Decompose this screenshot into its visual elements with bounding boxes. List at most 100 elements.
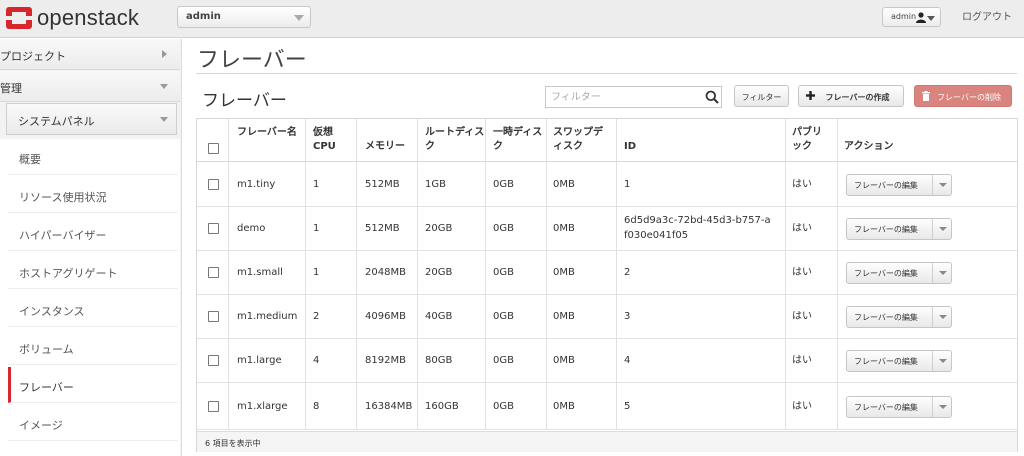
edit-flavor-button[interactable]: フレーバーの編集 bbox=[846, 262, 952, 284]
divider bbox=[932, 307, 933, 327]
chevron-down-icon[interactable] bbox=[939, 359, 947, 363]
column-header-name[interactable]: フレーバー名 bbox=[237, 126, 297, 140]
row-checkbox[interactable] bbox=[208, 223, 219, 234]
cell-swap-disk: 0MB bbox=[553, 179, 575, 190]
delete-flavors-label: フレーバーの削除 bbox=[937, 93, 1001, 102]
logout-link[interactable]: ログアウト bbox=[962, 8, 1012, 23]
divider bbox=[196, 73, 1017, 74]
edit-flavor-button[interactable]: フレーバーの編集 bbox=[846, 306, 952, 328]
cell-vcpu: 4 bbox=[313, 355, 320, 366]
column-header-vcpu[interactable]: 仮想 CPU bbox=[313, 126, 349, 154]
cell-memory: 16384MB bbox=[365, 401, 413, 412]
sidebar-item-host-aggregates[interactable]: ホストアグリゲート bbox=[8, 253, 178, 289]
cell-name: m1.small bbox=[237, 267, 283, 278]
openstack-logo[interactable]: openstack bbox=[4, 5, 139, 31]
cell-name: demo bbox=[237, 223, 266, 234]
sidebar-section-project[interactable]: プロジェクト bbox=[0, 39, 180, 70]
plus-icon bbox=[806, 91, 815, 100]
table-row: m1.large 4 8192MB 80GB 0GB 0MB 4 はい フレーバ… bbox=[197, 339, 1017, 383]
user-menu[interactable]: admin bbox=[882, 7, 941, 27]
chevron-down-icon bbox=[927, 16, 935, 21]
cell-id: 4 bbox=[624, 355, 631, 366]
select-all-checkbox[interactable] bbox=[208, 143, 219, 154]
cell-swap-disk: 0MB bbox=[553, 401, 575, 412]
chevron-down-icon bbox=[294, 15, 304, 21]
divider bbox=[932, 397, 933, 417]
edit-flavor-label: フレーバーの編集 bbox=[854, 357, 918, 366]
column-header-ephemeral-disk[interactable]: 一時ディスク bbox=[493, 126, 543, 154]
sidebar-item-hypervisors[interactable]: ハイパーバイザー bbox=[8, 215, 178, 251]
cell-swap-disk: 0MB bbox=[553, 267, 575, 278]
cell-ephemeral-disk: 0GB bbox=[493, 223, 514, 234]
divider bbox=[932, 263, 933, 283]
sidebar-section-admin[interactable]: 管理 bbox=[0, 71, 180, 102]
row-checkbox[interactable] bbox=[208, 267, 219, 278]
table-title: フレーバー bbox=[202, 91, 287, 111]
chevron-down-icon[interactable] bbox=[939, 183, 947, 187]
sidebar-item-instances[interactable]: インスタンス bbox=[8, 291, 178, 327]
edit-flavor-button[interactable]: フレーバーの編集 bbox=[846, 218, 952, 240]
row-checkbox[interactable] bbox=[208, 311, 219, 322]
chevron-down-icon[interactable] bbox=[939, 271, 947, 275]
edit-flavor-button[interactable]: フレーバーの編集 bbox=[846, 174, 952, 196]
cell-public: はい bbox=[792, 267, 812, 278]
cell-ephemeral-disk: 0GB bbox=[493, 179, 514, 190]
cell-swap-disk: 0MB bbox=[553, 223, 575, 234]
edit-flavor-label: フレーバーの編集 bbox=[854, 313, 918, 322]
edit-flavor-label: フレーバーの編集 bbox=[854, 269, 918, 278]
search-icon[interactable] bbox=[705, 90, 719, 104]
cell-root-disk: 40GB bbox=[425, 311, 453, 322]
chevron-down-icon[interactable] bbox=[939, 405, 947, 409]
top-navbar: openstack admin admin ログアウト bbox=[0, 0, 1024, 38]
row-checkbox[interactable] bbox=[208, 401, 219, 412]
column-header-memory[interactable]: メモリー bbox=[365, 140, 405, 154]
row-checkbox[interactable] bbox=[208, 179, 219, 190]
edit-flavor-label: フレーバーの編集 bbox=[854, 225, 918, 234]
create-flavor-label: フレーバーの作成 bbox=[825, 93, 890, 102]
cell-public: はい bbox=[792, 223, 812, 234]
sidebar-item-overview[interactable]: 概要 bbox=[8, 139, 178, 175]
filter-input[interactable] bbox=[545, 86, 722, 108]
delete-flavors-button[interactable]: フレーバーの削除 bbox=[914, 85, 1012, 107]
cell-vcpu: 1 bbox=[313, 179, 320, 190]
chevron-down-icon[interactable] bbox=[939, 315, 947, 319]
edit-flavor-label: フレーバーの編集 bbox=[854, 403, 918, 412]
project-select[interactable]: admin bbox=[177, 6, 311, 28]
cell-public: はい bbox=[792, 355, 812, 366]
cell-ephemeral-disk: 0GB bbox=[493, 355, 514, 366]
row-checkbox[interactable] bbox=[208, 355, 219, 366]
logo-text: openstack bbox=[37, 5, 140, 30]
table-row: m1.tiny 1 512MB 1GB 0GB 0MB 1 はい フレーバーの編… bbox=[197, 163, 1017, 207]
edit-flavor-label: フレーバーの編集 bbox=[854, 181, 918, 190]
system-panel-toggle[interactable]: システムパネル bbox=[6, 103, 177, 135]
table-row: demo 1 512MB 20GB 0GB 0MB 6d5d9a3c-72bd-… bbox=[197, 207, 1017, 251]
cell-id: 5 bbox=[624, 401, 631, 412]
cell-name: m1.medium bbox=[237, 311, 298, 322]
cell-memory: 512MB bbox=[365, 223, 400, 234]
cell-root-disk: 20GB bbox=[425, 267, 453, 278]
edit-flavor-button[interactable]: フレーバーの編集 bbox=[846, 350, 952, 372]
cell-root-disk: 1GB bbox=[425, 179, 446, 190]
edit-flavor-button[interactable]: フレーバーの編集 bbox=[846, 396, 952, 418]
sidebar-item-images[interactable]: イメージ bbox=[8, 405, 178, 441]
sidebar-item-usage[interactable]: リソース使用状況 bbox=[8, 177, 178, 213]
column-header-swap-disk[interactable]: スワップディスク bbox=[553, 126, 607, 154]
sidebar-item-flavors[interactable]: フレーバー bbox=[8, 367, 178, 403]
sidebar-item-volumes[interactable]: ボリューム bbox=[8, 329, 178, 365]
column-header-public[interactable]: パブリック bbox=[792, 126, 828, 154]
column-header-root-disk[interactable]: ルートディスク bbox=[425, 126, 485, 154]
page-title: フレーバー bbox=[197, 48, 307, 73]
cell-id: 3 bbox=[624, 311, 631, 322]
chevron-down-icon[interactable] bbox=[939, 227, 947, 231]
trash-icon bbox=[922, 91, 930, 101]
cell-id: 1 bbox=[624, 179, 631, 190]
create-flavor-button[interactable]: フレーバーの作成 bbox=[798, 85, 904, 107]
column-header-id[interactable]: ID bbox=[624, 140, 636, 154]
divider bbox=[932, 351, 933, 371]
cell-root-disk: 20GB bbox=[425, 223, 453, 234]
divider bbox=[932, 219, 933, 239]
sidebar-nav-list: 概要 リソース使用状況 ハイパーバイザー ホストアグリゲート インスタンス ボリ… bbox=[0, 139, 180, 456]
chevron-down-icon bbox=[160, 117, 168, 122]
column-header-actions: アクション bbox=[844, 141, 894, 152]
filter-button[interactable]: フィルター bbox=[734, 85, 789, 107]
